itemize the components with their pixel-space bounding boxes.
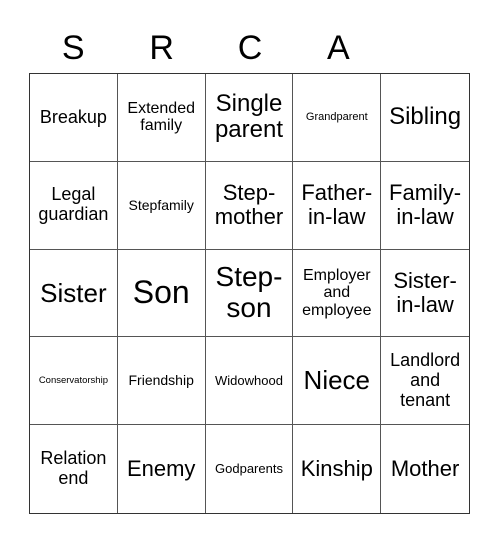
header-letter-4: A (327, 29, 350, 67)
bingo-cell[interactable]: Sibling (381, 74, 469, 162)
bingo-cell[interactable]: Breakup (30, 74, 118, 162)
bingo-cell[interactable]: Sister-in-law (381, 250, 469, 338)
bingo-cell[interactable]: Godparents (206, 425, 294, 513)
bingo-cell[interactable]: Family-in-law (381, 162, 469, 250)
bingo-cell[interactable]: Widowhood (205, 337, 294, 426)
header-letter-1: S (61, 29, 85, 67)
bingo-cell[interactable]: Kinship (293, 425, 382, 513)
bingo-cell[interactable]: Sister (30, 249, 118, 338)
bingo-cell[interactable]: Legal guardian (30, 161, 118, 250)
header-letter-2: R (149, 29, 174, 67)
bingo-cell[interactable]: Enemy (118, 425, 206, 513)
bingo-cell[interactable]: Niece (293, 337, 382, 426)
bingo-cell[interactable]: Stepfamily (117, 161, 206, 250)
bingo-cell[interactable]: Grandparent (293, 74, 382, 162)
bingo-cell[interactable]: Friendship (117, 337, 206, 426)
bingo-header: S R C A (29, 24, 471, 72)
header-letter-3: C (237, 29, 263, 67)
bingo-cell[interactable]: Relation end (30, 425, 118, 513)
bingo-cell[interactable]: Mother (381, 425, 469, 513)
bingo-cell[interactable]: Son (117, 249, 206, 338)
bingo-cell[interactable]: Father-in-law (293, 161, 382, 250)
bingo-cell[interactable]: Employer and employee (293, 249, 382, 338)
bingo-cell[interactable]: Step-mother (205, 161, 294, 250)
bingo-cell[interactable]: Conservatorship (30, 337, 118, 426)
bingo-cell[interactable]: Step-son (205, 249, 294, 338)
bingo-cell[interactable]: Extended family (117, 74, 206, 162)
header-letter-5 (383, 24, 471, 72)
bingo-board: Breakup Extended family Single parent Gr… (29, 73, 470, 514)
bingo-cell[interactable]: Single parent (205, 74, 294, 162)
bingo-cell[interactable]: Landlord and tenant (381, 337, 469, 426)
